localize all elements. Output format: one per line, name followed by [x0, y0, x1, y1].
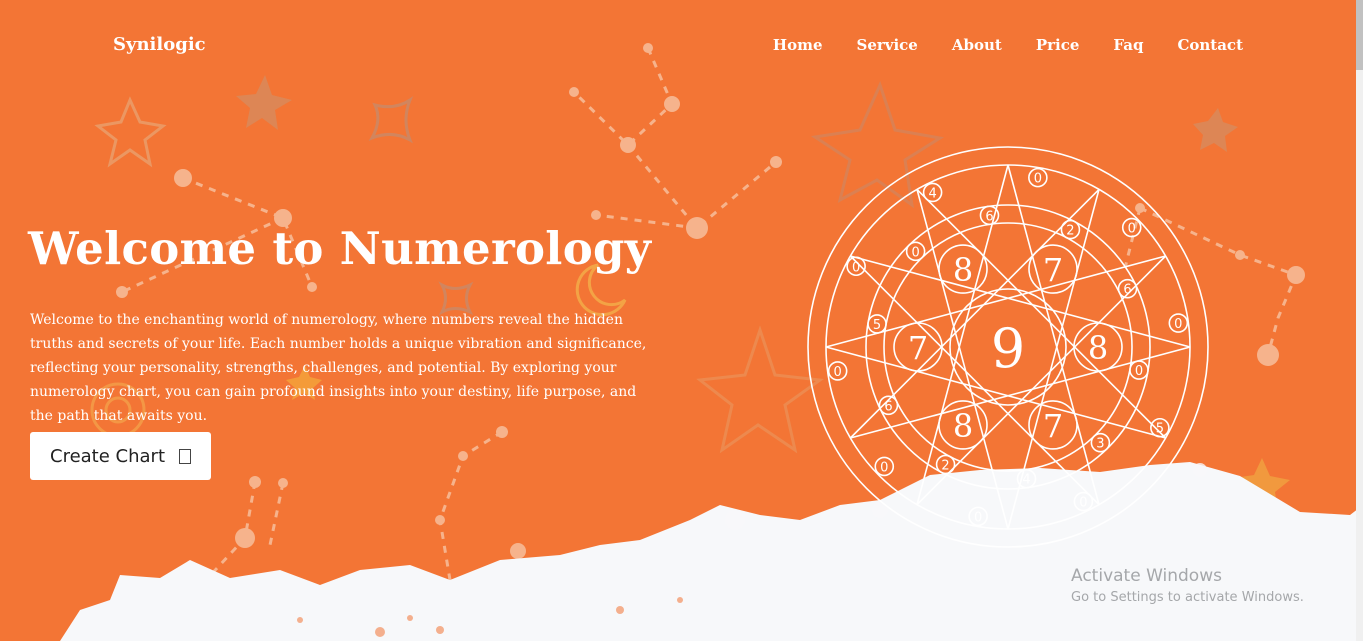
hero-description: Welcome to the enchanting world of numer…: [30, 312, 647, 424]
wheel-inner-number: 8: [1088, 329, 1108, 367]
scrollbar-thumb[interactable]: [1356, 0, 1363, 70]
wheel-small-number: 0: [880, 460, 888, 475]
wheel-small-number: 0: [911, 245, 919, 260]
wheel-small-number: 5: [873, 318, 881, 333]
wheel-small-number: 3: [1096, 437, 1104, 452]
wheel-small-number: 0: [852, 260, 860, 275]
hero-title: Welcome to Numerology: [28, 222, 652, 275]
wheel-small-number: 0: [1128, 222, 1136, 237]
wheel-center-number: 9: [991, 317, 1025, 380]
wheel-small-number: 0: [974, 510, 982, 525]
wheel-small-number: 4: [928, 186, 936, 201]
main-nav: Home Service About Price Faq Contact: [773, 36, 1243, 54]
scrollbar-track[interactable]: [1356, 0, 1363, 641]
windows-activation-watermark: Activate Windows Go to Settings to activ…: [1071, 566, 1304, 605]
create-chart-label: Create Chart: [50, 445, 165, 467]
square-glyph-icon: [179, 448, 191, 464]
wheel-small-number: 6: [884, 399, 892, 414]
wheel-small-number: 4: [1022, 473, 1030, 488]
wheel-small-number: 2: [1066, 224, 1074, 239]
wheel-small-number: 2: [941, 458, 949, 473]
nav-item-price[interactable]: Price: [1036, 36, 1080, 54]
wheel-small-number: 0: [1135, 364, 1143, 379]
wheel-small-number: 0: [1079, 496, 1087, 511]
nav-item-about[interactable]: About: [952, 36, 1002, 54]
wheel-inner-number: 8: [953, 251, 973, 289]
brand-logo[interactable]: Synilogic: [113, 34, 206, 55]
watermark-title: Activate Windows: [1071, 566, 1222, 586]
nav-item-contact[interactable]: Contact: [1177, 36, 1243, 54]
create-chart-button[interactable]: Create Chart: [30, 432, 211, 480]
wheel-inner-number: 7: [1043, 407, 1063, 445]
wheel-small-number: 6: [985, 209, 993, 224]
wheel-inner-number: 7: [1043, 251, 1063, 289]
watermark-subtitle: Go to Settings to activate Windows.: [1071, 590, 1304, 605]
numerology-wheel: 0 2 0 6 0 0 5 3 0 4 0 2 0 6 0 5 0 0 4 6 8 7 8 7 8 7 9: [807, 146, 1209, 548]
wheel-small-number: 0: [1174, 317, 1182, 332]
nav-item-service[interactable]: Service: [856, 36, 917, 54]
wheel-small-number: 0: [834, 365, 842, 380]
nav-item-faq[interactable]: Faq: [1113, 36, 1143, 54]
wheel-small-number: 0: [1034, 172, 1042, 187]
wheel-inner-number: 7: [908, 329, 928, 367]
wheel-inner-number: 8: [953, 407, 973, 445]
wheel-small-number: 6: [1123, 283, 1131, 298]
wheel-small-number: 5: [1156, 422, 1164, 437]
nav-item-home[interactable]: Home: [773, 36, 823, 54]
